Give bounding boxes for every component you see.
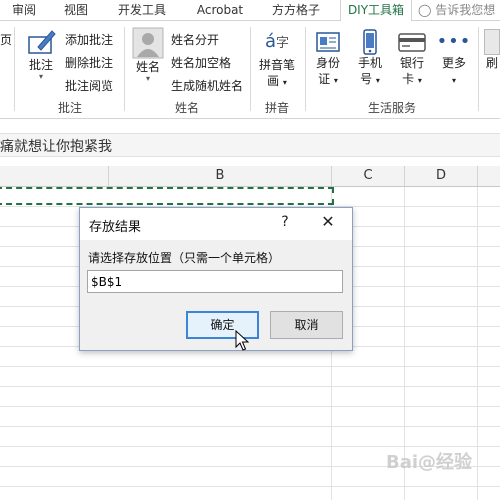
divider bbox=[124, 27, 125, 111]
pinyin-label-line2: 画 bbox=[267, 74, 280, 88]
delete-comment[interactable]: 删除批注 bbox=[65, 54, 113, 71]
chevron-down-icon: ▾ bbox=[145, 74, 150, 83]
tab-acrobat[interactable]: Acrobat bbox=[190, 0, 250, 20]
gridline bbox=[477, 187, 478, 500]
phone-label-2: 号 bbox=[360, 72, 373, 86]
divider bbox=[305, 27, 306, 111]
column-header-partial[interactable] bbox=[0, 166, 109, 186]
chevron-down-icon: ▾ bbox=[417, 76, 422, 85]
formula-bar[interactable]: 痛就想让你抱紧我 bbox=[0, 133, 500, 157]
page-fragment: 页 bbox=[0, 33, 13, 47]
view-comments[interactable]: 批注阅览 bbox=[65, 77, 113, 94]
tab-diy-toolbox[interactable]: DIY工具箱 bbox=[340, 0, 412, 22]
phone-icon bbox=[363, 29, 377, 55]
partial-next-button[interactable]: 刷 bbox=[484, 29, 500, 71]
cell-reference-input[interactable] bbox=[87, 270, 343, 293]
watermark: Bai@经验 bbox=[386, 452, 473, 473]
name-button[interactable]: 姓名 ▾ bbox=[128, 27, 168, 83]
tab-view[interactable]: 视图 bbox=[58, 0, 94, 20]
split-name[interactable]: 姓名分开 bbox=[171, 31, 219, 48]
divider bbox=[14, 27, 15, 111]
id-card-label-2: 证 bbox=[318, 72, 331, 86]
more-label: 更多 bbox=[441, 56, 466, 70]
more-dots-icon: ••• bbox=[436, 31, 472, 52]
column-header-b[interactable]: B bbox=[109, 166, 332, 186]
tab-review[interactable]: 审阅 bbox=[6, 0, 42, 20]
chevron-down-icon: ▾ bbox=[333, 76, 338, 85]
tab-developer[interactable]: 开发工具 bbox=[112, 0, 172, 20]
selection-marquee bbox=[0, 187, 334, 205]
column-header-c[interactable]: C bbox=[332, 166, 405, 186]
lightbulb-icon: ◯ bbox=[418, 3, 432, 17]
pinyin-icon: á字 bbox=[264, 31, 290, 52]
chevron-down-icon: ▾ bbox=[282, 78, 287, 87]
column-header-d[interactable]: D bbox=[405, 166, 478, 186]
group-label-life-services: 生活服务 bbox=[367, 101, 416, 115]
ribbon: 页 批注 ▾ 添加批注 删除批注 批注阅览 批注 姓名 ▾ 姓名分开 姓名加空格… bbox=[0, 21, 500, 119]
group-label-annotate: 批注 bbox=[57, 101, 82, 115]
ribbon-tabs: 审阅 视图 开发工具 Acrobat 方方格子 DIY工具箱 ◯ 告诉我您想 bbox=[0, 0, 500, 22]
chevron-down-icon: ▾ bbox=[38, 72, 43, 81]
bank-card-button[interactable]: 银行 卡 ▾ bbox=[394, 29, 430, 89]
partial-label: 刷 bbox=[485, 56, 498, 70]
dialog-titlebar[interactable]: 存放结果 ? ✕ bbox=[80, 208, 352, 240]
cancel-button[interactable]: 取消 bbox=[270, 311, 343, 339]
name-label: 姓名 bbox=[135, 60, 160, 74]
bank-card-icon bbox=[398, 33, 426, 52]
bank-card-label-2: 卡 bbox=[402, 72, 415, 86]
phone-button[interactable]: 手机 号 ▾ bbox=[352, 29, 388, 89]
dialog-prompt: 请选择存放位置（只需一个单元格） bbox=[88, 251, 281, 265]
tell-me-search[interactable]: ◯ 告诉我您想 bbox=[418, 0, 500, 20]
annotate-label: 批注 bbox=[28, 58, 53, 72]
chevron-down-icon: ▾ bbox=[375, 76, 380, 85]
tell-me-label: 告诉我您想 bbox=[435, 3, 496, 17]
pen-icon bbox=[28, 30, 56, 54]
pinyin-stroke-button[interactable]: á字 拼音笔 画 ▾ bbox=[254, 29, 300, 91]
add-comment[interactable]: 添加批注 bbox=[65, 31, 113, 48]
group-label-pinyin: 拼音 bbox=[264, 101, 289, 115]
id-card-icon bbox=[316, 32, 340, 52]
column-headers: B C D bbox=[0, 166, 500, 187]
pinyin-label-line1: 拼音笔 bbox=[258, 58, 295, 72]
partial-icon bbox=[484, 29, 500, 55]
formula-bar-text: 痛就想让你抱紧我 bbox=[0, 139, 112, 155]
divider bbox=[478, 27, 479, 111]
close-icon[interactable]: ✕ bbox=[316, 212, 340, 234]
mouse-pointer-icon bbox=[235, 330, 249, 351]
phone-label-1: 手机 bbox=[357, 56, 382, 70]
name-add-space[interactable]: 姓名加空格 bbox=[171, 54, 231, 71]
group-label-name: 姓名 bbox=[174, 101, 199, 115]
chevron-down-icon: ▾ bbox=[451, 76, 456, 85]
id-card-label-1: 身份 bbox=[315, 56, 340, 70]
store-result-dialog: 存放结果 ? ✕ 请选择存放位置（只需一个单元格） 确定 取消 bbox=[79, 207, 353, 351]
dialog-title: 存放结果 bbox=[89, 220, 142, 235]
column-header-e-partial[interactable] bbox=[478, 166, 500, 186]
bank-card-label-1: 银行 bbox=[399, 56, 424, 70]
person-icon bbox=[132, 27, 164, 59]
help-icon[interactable]: ? bbox=[276, 214, 294, 234]
annotate-button[interactable]: 批注 ▾ bbox=[20, 27, 62, 81]
tab-fangfang[interactable]: 方方格子 bbox=[266, 0, 326, 20]
more-button[interactable]: ••• 更多 ▾ bbox=[436, 29, 472, 89]
random-name[interactable]: 生成随机姓名 bbox=[171, 77, 243, 94]
divider bbox=[250, 27, 251, 111]
id-card-button[interactable]: 身份 证 ▾ bbox=[310, 29, 346, 89]
